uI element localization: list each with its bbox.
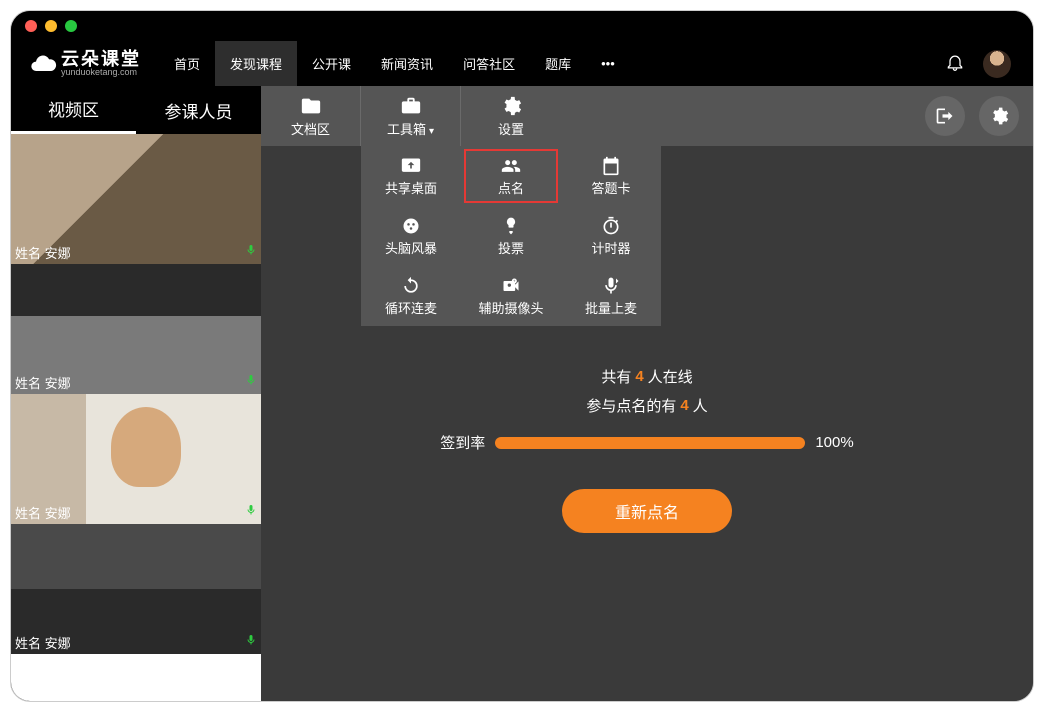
tile-label: 姓名 安娜 bbox=[15, 633, 71, 652]
video-list: 姓名 安娜 姓名 安娜 姓名 安娜 bbox=[11, 134, 261, 701]
online-suffix: 人在线 bbox=[648, 366, 693, 387]
exit-button[interactable] bbox=[925, 96, 965, 136]
app-window: 云朵课堂 yunduoketang.com 首页 发现课程 公开课 新闻资讯 问… bbox=[10, 10, 1034, 702]
rate-label: 签到率 bbox=[440, 432, 485, 453]
dd-answer-card[interactable]: 答题卡 bbox=[561, 146, 661, 206]
user-avatar[interactable] bbox=[983, 50, 1011, 78]
close-window-dot[interactable] bbox=[25, 20, 37, 32]
nav-discover[interactable]: 发现课程 bbox=[215, 41, 297, 86]
main-area: 文档区 工具箱▾ 设置 bbox=[261, 86, 1033, 701]
titlebar bbox=[11, 11, 1033, 41]
settings-button[interactable] bbox=[979, 96, 1019, 136]
tool-doc-label: 文档区 bbox=[291, 119, 330, 138]
online-prefix: 共有 bbox=[601, 366, 631, 387]
exit-icon bbox=[935, 106, 955, 126]
dd-vote[interactable]: 投票 bbox=[461, 206, 561, 266]
tab-video[interactable]: 视频区 bbox=[11, 86, 136, 134]
sidebar: 视频区 参课人员 姓名 安娜 姓名 安娜 姓名 安娜 bbox=[11, 86, 261, 701]
video-tile[interactable]: 姓名 安娜 bbox=[11, 524, 261, 654]
mic-icon bbox=[245, 633, 257, 650]
video-tile[interactable]: 姓名 安娜 bbox=[11, 394, 261, 524]
timer-icon bbox=[600, 216, 622, 236]
nav-bank[interactable]: 题库 bbox=[530, 41, 586, 86]
share-screen-icon bbox=[400, 156, 422, 176]
participated-suffix: 人 bbox=[693, 395, 708, 416]
nav-open-class[interactable]: 公开课 bbox=[297, 41, 366, 86]
mic-icon bbox=[245, 243, 257, 260]
batch-mic-icon bbox=[600, 276, 622, 296]
nav-home[interactable]: 首页 bbox=[159, 41, 215, 86]
gear-icon bbox=[500, 95, 522, 117]
dd-brainstorm[interactable]: 头脑风暴 bbox=[361, 206, 461, 266]
rate-value: 100% bbox=[815, 434, 853, 451]
maximize-window-dot[interactable] bbox=[65, 20, 77, 32]
logo-sub: yunduoketang.com bbox=[61, 68, 141, 77]
dd-aux-camera[interactable]: + 辅助摄像头 bbox=[461, 266, 561, 326]
notifications-icon[interactable] bbox=[945, 52, 965, 75]
toolbox-icon bbox=[400, 95, 422, 117]
tool-doc[interactable]: 文档区 bbox=[261, 86, 361, 146]
cloud-icon bbox=[29, 50, 57, 78]
rollcall-panel: 共有 4 人在线 参与点名的有 4 人 签到率 100% 重新点名 bbox=[261, 366, 1033, 533]
tool-settings[interactable]: 设置 bbox=[461, 86, 561, 146]
video-tile[interactable]: 姓名 安娜 bbox=[11, 264, 261, 394]
participated-count: 4 bbox=[680, 397, 688, 414]
gear-icon bbox=[989, 106, 1009, 126]
logo[interactable]: 云朵课堂 yunduoketang.com bbox=[11, 50, 159, 78]
nav-items: 首页 发现课程 公开课 新闻资讯 问答社区 题库 ••• bbox=[159, 41, 630, 86]
dd-loop-mic[interactable]: 循环连麦 bbox=[361, 266, 461, 326]
tile-label: 姓名 安娜 bbox=[15, 503, 71, 522]
nav-more[interactable]: ••• bbox=[586, 41, 630, 86]
toolbox-dropdown: 共享桌面 点名 答题卡 头脑风暴 投票 bbox=[361, 146, 661, 326]
recall-button[interactable]: 重新点名 bbox=[562, 489, 732, 533]
roll-call-icon bbox=[500, 156, 522, 176]
brainstorm-icon bbox=[400, 216, 422, 236]
progress-bar bbox=[495, 437, 805, 449]
toolbar: 文档区 工具箱▾ 设置 bbox=[261, 86, 1033, 146]
participated-prefix: 参与点名的有 bbox=[586, 395, 676, 416]
mic-icon bbox=[245, 503, 257, 520]
dd-timer[interactable]: 计时器 bbox=[561, 206, 661, 266]
aux-camera-icon: + bbox=[500, 276, 522, 296]
tile-label: 姓名 安娜 bbox=[15, 243, 71, 262]
dd-share-screen[interactable]: 共享桌面 bbox=[361, 146, 461, 206]
mic-icon bbox=[245, 373, 257, 390]
video-tile[interactable]: 姓名 安娜 bbox=[11, 134, 261, 264]
tool-toolbox[interactable]: 工具箱▾ bbox=[361, 86, 461, 146]
loop-mic-icon bbox=[400, 276, 422, 296]
top-nav: 云朵课堂 yunduoketang.com 首页 发现课程 公开课 新闻资讯 问… bbox=[11, 41, 1033, 86]
chevron-down-icon: ▾ bbox=[429, 126, 434, 137]
tool-toolbox-label: 工具箱▾ bbox=[387, 119, 434, 138]
answer-card-icon bbox=[600, 156, 622, 176]
vote-icon bbox=[500, 216, 522, 236]
tile-label: 姓名 安娜 bbox=[15, 373, 71, 392]
online-count: 4 bbox=[635, 368, 643, 385]
logo-text: 云朵课堂 bbox=[61, 50, 141, 68]
nav-news[interactable]: 新闻资讯 bbox=[366, 41, 448, 86]
dd-roll-call[interactable]: 点名 bbox=[461, 146, 561, 206]
nav-qa[interactable]: 问答社区 bbox=[448, 41, 530, 86]
tool-settings-label: 设置 bbox=[498, 119, 524, 138]
minimize-window-dot[interactable] bbox=[45, 20, 57, 32]
video-tile-empty bbox=[11, 654, 261, 701]
folder-icon bbox=[300, 95, 322, 117]
dd-batch-mic[interactable]: 批量上麦 bbox=[561, 266, 661, 326]
tab-participants[interactable]: 参课人员 bbox=[136, 86, 261, 134]
